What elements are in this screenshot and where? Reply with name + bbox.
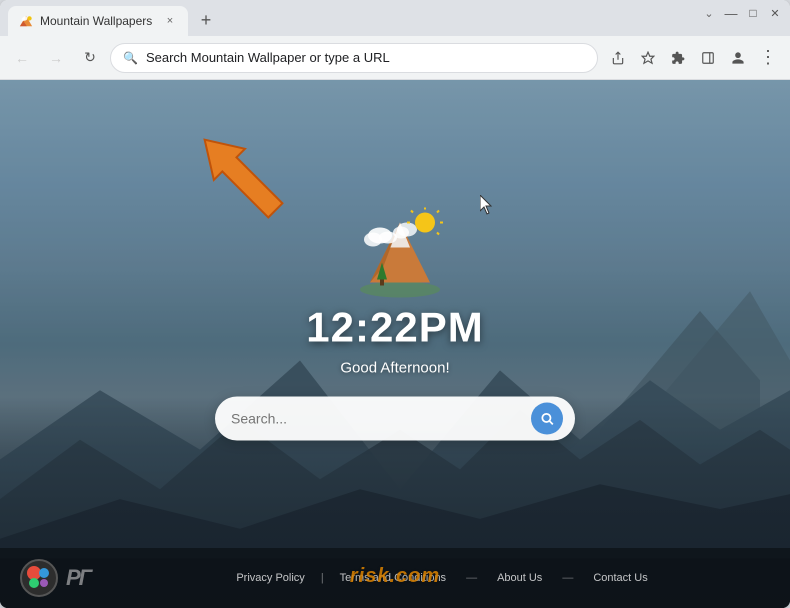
mountain-illustration [345, 208, 445, 288]
window-controls: ⌄ — □ ✕ [702, 6, 782, 20]
bookmark-button[interactable] [634, 44, 662, 72]
footer-about-link[interactable]: About Us [497, 572, 542, 584]
pcrisk-watermark: risk.com [350, 565, 440, 588]
tab-strip-control[interactable]: ⌄ [702, 6, 716, 20]
address-text: Search Mountain Wallpaper or type a URL [146, 50, 585, 65]
minimize-button[interactable]: — [724, 6, 738, 20]
sidebar-button[interactable] [694, 44, 722, 72]
page-content: 12:22PM Good Afternoon! [0, 80, 790, 608]
search-input[interactable] [231, 411, 523, 427]
forward-button[interactable]: → [42, 44, 70, 72]
toolbar-actions: ⋮ [604, 44, 782, 72]
footer-sep-3: — [562, 572, 573, 584]
footer-sep-2: — [466, 572, 477, 584]
tab-bar: Mountain Wallpapers × + ⌄ — □ ✕ [0, 0, 790, 36]
clock-greeting: Good Afternoon! [340, 360, 449, 377]
back-button[interactable]: ← [8, 44, 36, 72]
clock-display: 12:22PM [306, 304, 483, 352]
browser-toolbar: ← → ↻ 🔍 Search Mountain Wallpaper or typ… [0, 36, 790, 80]
tab-favicon [18, 13, 34, 29]
footer-privacy-link[interactable]: Privacy Policy [236, 572, 304, 584]
search-bar[interactable] [215, 397, 575, 441]
arrow-annotation [180, 115, 300, 240]
tab-close-button[interactable]: × [162, 13, 178, 29]
center-content: 12:22PM Good Afternoon! [215, 208, 575, 441]
footer-contact-link[interactable]: Contact Us [593, 572, 647, 584]
footer-logo: ΡΓ [20, 559, 90, 597]
footer-links: Privacy Policy | Terms and Conditions — … [114, 572, 770, 584]
browser-frame: Mountain Wallpapers × + ⌄ — □ ✕ ← → ↻ 🔍 … [0, 0, 790, 608]
logo-text: ΡΓ [66, 565, 90, 591]
footer-sep-1: | [321, 572, 324, 584]
maximize-button[interactable]: □ [746, 6, 760, 20]
share-button[interactable] [604, 44, 632, 72]
close-button[interactable]: ✕ [768, 6, 782, 20]
tab-title: Mountain Wallpapers [40, 14, 156, 28]
search-button[interactable] [531, 403, 563, 435]
address-bar[interactable]: 🔍 Search Mountain Wallpaper or type a UR… [110, 43, 598, 73]
active-tab[interactable]: Mountain Wallpapers × [8, 6, 188, 36]
menu-button[interactable]: ⋮ [754, 44, 782, 72]
profile-button[interactable] [724, 44, 752, 72]
extensions-button[interactable] [664, 44, 692, 72]
search-icon: 🔍 [123, 51, 138, 65]
new-tab-button[interactable]: + [192, 6, 220, 34]
refresh-button[interactable]: ↻ [76, 44, 104, 72]
logo-circle [20, 559, 58, 597]
mouse-cursor [480, 195, 496, 220]
